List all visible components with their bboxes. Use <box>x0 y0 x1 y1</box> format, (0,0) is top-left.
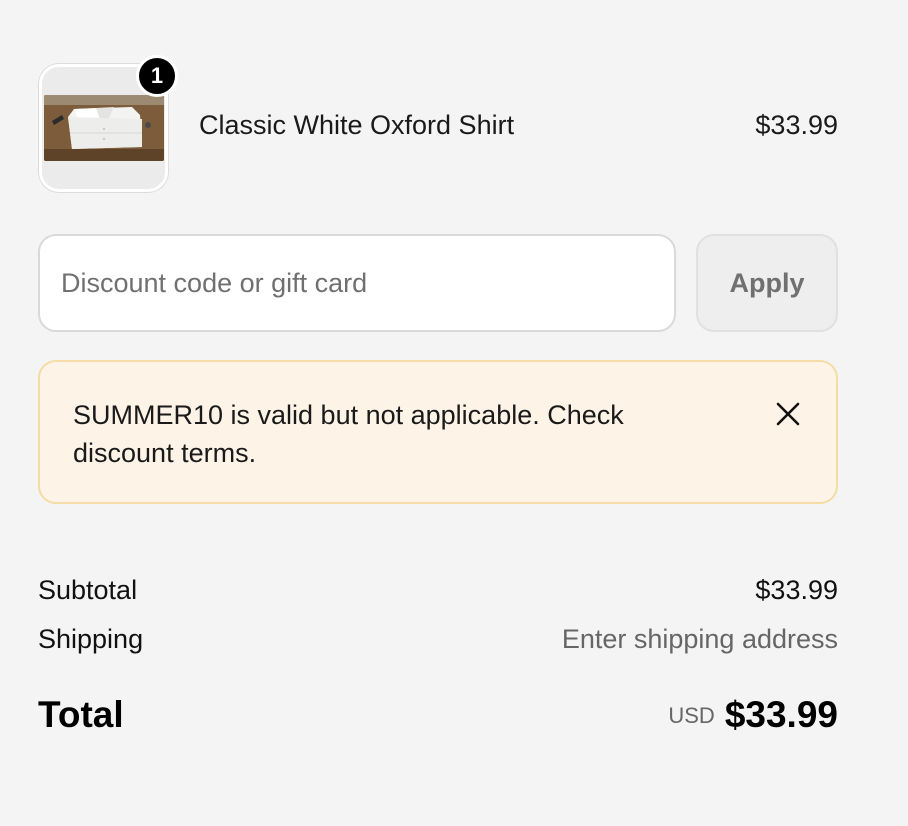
discount-warning-banner: SUMMER10 is valid but not applicable. Ch… <box>38 360 838 504</box>
close-icon[interactable] <box>768 398 808 438</box>
shipping-value: Enter shipping address <box>561 624 838 654</box>
shirt-photo <box>44 95 164 161</box>
apply-discount-button[interactable]: Apply <box>696 234 838 332</box>
quantity-badge: 1 <box>136 55 178 97</box>
product-name: Classic White Oxford Shirt <box>199 110 515 140</box>
shipping-label: Shipping <box>38 624 144 654</box>
currency-code: USD <box>668 703 715 728</box>
discount-warning-message: SUMMER10 is valid but not applicable. Ch… <box>73 400 624 468</box>
total-label: Total <box>38 694 124 735</box>
total-amount: USD $33.99 <box>668 694 838 736</box>
product-price: $33.99 <box>755 110 838 140</box>
subtotal-label: Subtotal <box>38 575 138 605</box>
line-item: 1 Classic White Oxford Shirt $33.99 <box>39 55 838 192</box>
product-thumbnail: 1 <box>39 55 178 192</box>
total-value: $33.99 <box>724 694 838 735</box>
order-summary: 1 Classic White Oxford Shirt $33.99 Appl… <box>0 0 908 826</box>
subtotal-value: $33.99 <box>755 575 838 605</box>
discount-code-input[interactable] <box>38 234 676 332</box>
